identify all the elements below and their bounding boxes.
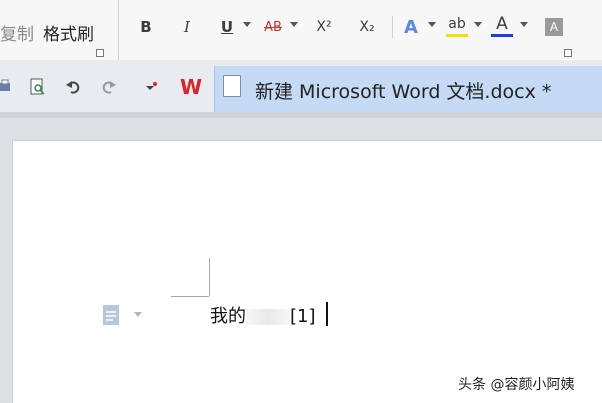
format-painter-button[interactable]: 格式刷 [43, 20, 94, 45]
blurred-text [246, 309, 290, 325]
strikethrough-dropdown-icon[interactable] [290, 22, 298, 27]
format-marker-icon[interactable] [141, 76, 161, 98]
ribbon: 复制 格式刷 B I U AB X² X₂ A ab A A [0, 0, 602, 61]
clipboard-dialog-launcher-icon[interactable] [96, 49, 104, 57]
underline-dropdown-icon[interactable] [243, 22, 251, 27]
copy-button[interactable]: 复制 [0, 20, 34, 45]
paragraph-layout-icon[interactable] [103, 305, 119, 325]
font-color-button[interactable]: A [491, 14, 513, 37]
text-effect-dropdown-icon[interactable] [428, 22, 436, 27]
margin-marker [171, 296, 209, 297]
print-preview-icon[interactable] [28, 76, 48, 98]
highlight-dropdown-icon[interactable] [474, 22, 482, 27]
subscript-button[interactable]: X₂ [356, 14, 378, 40]
text-effect-button[interactable]: A [400, 14, 422, 40]
tab-document[interactable]: 新建 Microsoft Word 文档.docx * [214, 66, 602, 112]
print-icon[interactable] [0, 76, 12, 98]
wps-logo-icon[interactable]: W [176, 75, 206, 99]
bold-button[interactable]: B [136, 14, 156, 40]
watermark-text: 头条 @容颜小阿姨 [458, 377, 575, 393]
document-text-start: 我的 [210, 306, 246, 327]
redo-icon[interactable] [99, 76, 119, 98]
superscript-button[interactable]: X² [313, 14, 335, 40]
font-dialog-launcher-icon[interactable] [564, 49, 572, 57]
char-shading-button[interactable]: A [545, 18, 563, 36]
strikethrough-button[interactable]: AB [261, 14, 285, 40]
document-page[interactable] [12, 140, 602, 403]
document-text[interactable]: 我的 [1] [210, 302, 316, 328]
undo-icon[interactable] [63, 76, 83, 98]
footnote-reference: [1] [290, 306, 316, 327]
highlight-button[interactable]: ab [446, 14, 468, 37]
margin-marker [209, 258, 210, 296]
font-color-dropdown-icon[interactable] [520, 22, 528, 27]
italic-button[interactable]: I [177, 14, 197, 40]
text-cursor [326, 302, 328, 326]
tab-title: 新建 Microsoft Word 文档.docx * [255, 81, 552, 103]
quick-access-tab-bar: W 新建 Microsoft Word 文档.docx * [0, 60, 602, 112]
word-document-icon [223, 75, 241, 97]
underline-button[interactable]: U [217, 14, 237, 40]
ribbon-divider [392, 16, 393, 38]
paragraph-dropdown-icon[interactable] [134, 312, 142, 317]
ribbon-separator [118, 0, 119, 60]
